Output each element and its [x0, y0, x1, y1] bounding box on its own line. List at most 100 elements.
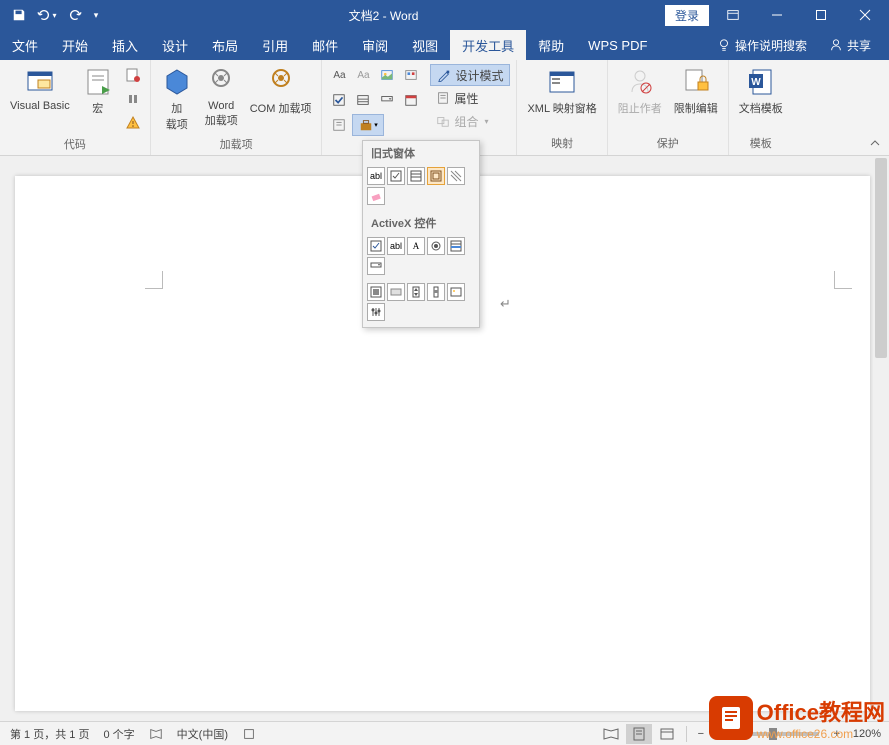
tab-help[interactable]: 帮助 — [526, 30, 576, 60]
collapse-ribbon-button[interactable] — [867, 135, 883, 151]
ribbon-display-options-button[interactable] — [713, 0, 753, 30]
tab-layout[interactable]: 布局 — [200, 30, 250, 60]
activex-combobox-button[interactable] — [367, 257, 385, 275]
save-button[interactable] — [6, 3, 32, 27]
maximize-button[interactable] — [801, 0, 841, 30]
activex-scrollbar-button[interactable] — [427, 283, 445, 301]
activex-image-button[interactable] — [447, 283, 465, 301]
dropdown-control-button[interactable] — [376, 89, 398, 111]
quick-access-toolbar: ▾ ▾ — [0, 3, 102, 27]
tab-review[interactable]: 审阅 — [350, 30, 400, 60]
group-button[interactable]: 组合 ▾ — [430, 110, 510, 132]
login-button[interactable]: 登录 — [665, 5, 709, 26]
legacy-text-field-button[interactable]: abl — [367, 167, 385, 185]
design-mode-button[interactable]: 设计模式 — [430, 64, 510, 86]
com-addins-button[interactable]: COM 加载项 — [246, 64, 316, 118]
properties-button[interactable]: 属性 — [430, 87, 510, 109]
block-authors-icon — [624, 66, 656, 98]
word-addins-label: Word 加载项 — [205, 100, 238, 128]
ribbon-group-addins-label: 加载项 — [157, 134, 316, 156]
tab-file[interactable]: 文件 — [0, 30, 50, 60]
undo-button[interactable]: ▾ — [34, 3, 60, 27]
visual-basic-button[interactable]: Visual Basic — [6, 64, 74, 114]
xml-mapping-button[interactable]: XML 映射窗格 — [523, 64, 600, 118]
legacy-reset-button[interactable] — [367, 187, 385, 205]
tab-insert[interactable]: 插入 — [100, 30, 150, 60]
activex-option-button[interactable] — [427, 237, 445, 255]
restrict-editing-button[interactable]: 限制编辑 — [670, 64, 722, 118]
activex-controls-header: ActiveX 控件 — [363, 211, 479, 235]
checkbox-icon — [390, 170, 402, 182]
pause-recording-button[interactable] — [122, 88, 144, 110]
tell-me-label: 操作说明搜索 — [735, 37, 807, 54]
web-layout-button[interactable] — [654, 724, 680, 744]
zoom-out-button[interactable]: − — [693, 728, 709, 740]
ribbon-group-mapping-label: 映射 — [523, 133, 600, 155]
activex-command-button[interactable] — [387, 283, 405, 301]
date-picker-control-button[interactable] — [400, 89, 422, 111]
combobox-control-button[interactable] — [352, 89, 374, 111]
activex-textbox-button[interactable]: abl — [387, 237, 405, 255]
tab-design[interactable]: 设计 — [150, 30, 200, 60]
tab-home[interactable]: 开始 — [50, 30, 100, 60]
plain-text-control-button[interactable]: Aa — [352, 64, 374, 86]
visual-basic-label: Visual Basic — [10, 100, 70, 112]
print-layout-button[interactable] — [626, 724, 652, 744]
activex-listbox-button[interactable] — [447, 237, 465, 255]
tell-me-search[interactable]: 操作说明搜索 — [709, 37, 815, 54]
picture-control-button[interactable] — [376, 64, 398, 86]
rich-text-control-button[interactable]: Aa — [328, 64, 350, 86]
activex-spin-button[interactable] — [407, 283, 425, 301]
tab-wpspdf[interactable]: WPS PDF — [576, 30, 659, 60]
group-label: 组合 — [454, 113, 478, 130]
checkbox-control-button[interactable] — [328, 89, 350, 111]
addins-button[interactable]: 加 载项 — [157, 64, 197, 134]
legacy-frame-button[interactable] — [427, 167, 445, 185]
macro-security-button[interactable] — [122, 112, 144, 134]
vertical-scrollbar-thumb[interactable] — [875, 158, 887, 358]
legacy-forms-header: 旧式窗体 — [363, 141, 479, 165]
word-addins-button[interactable]: Word 加载项 — [201, 64, 242, 130]
qat-customize-button[interactable]: ▾ — [90, 3, 102, 27]
read-mode-button[interactable] — [598, 724, 624, 744]
properties-icon — [436, 91, 450, 105]
block-authors-label: 阻止作者 — [618, 100, 662, 116]
share-button[interactable]: 共享 — [821, 37, 879, 54]
tab-references[interactable]: 引用 — [250, 30, 300, 60]
activex-checkbox-button[interactable] — [367, 237, 385, 255]
building-block-control-button[interactable] — [400, 64, 422, 86]
legacy-tools-button[interactable]: ▾ — [352, 114, 384, 136]
spell-check-status[interactable] — [149, 726, 163, 742]
ribbon-group-addins: 加 载项 Word 加载项 COM 加载项 加载项 — [151, 60, 323, 155]
word-count-status[interactable]: 0 个字 — [103, 726, 134, 742]
minimize-button[interactable] — [757, 0, 797, 30]
book-icon — [149, 727, 163, 741]
page-number-status[interactable]: 第 1 页，共 1 页 — [10, 726, 89, 742]
macro-recording-status[interactable] — [242, 726, 256, 742]
com-addins-label: COM 加载项 — [250, 100, 312, 116]
legacy-checkbox-button[interactable] — [387, 167, 405, 185]
vertical-scrollbar[interactable] — [873, 156, 889, 721]
record-macro-button[interactable] — [122, 64, 144, 86]
dropdown-icon — [410, 170, 422, 182]
legacy-dropdown-button[interactable] — [407, 167, 425, 185]
xml-mapping-icon — [546, 66, 578, 98]
repeating-section-control-button[interactable] — [328, 114, 350, 136]
legacy-shading-button[interactable] — [447, 167, 465, 185]
lightbulb-icon — [717, 38, 731, 52]
close-button[interactable] — [845, 0, 885, 30]
spin-icon — [410, 286, 422, 298]
tab-mailings[interactable]: 邮件 — [300, 30, 350, 60]
language-status[interactable]: 中文(中国) — [177, 726, 228, 742]
activex-label-button[interactable]: A — [407, 237, 425, 255]
tab-developer[interactable]: 开发工具 — [450, 30, 526, 60]
activex-more-controls-button[interactable] — [367, 303, 385, 321]
document-template-button[interactable]: W 文档模板 — [735, 64, 787, 118]
activex-toggle-button[interactable] — [367, 283, 385, 301]
macros-button[interactable]: 宏 — [78, 64, 118, 118]
block-authors-button[interactable]: 阻止作者 — [614, 64, 666, 118]
ribbon-group-mapping: XML 映射窗格 映射 — [517, 60, 607, 155]
redo-button[interactable] — [62, 3, 88, 27]
tab-view[interactable]: 视图 — [400, 30, 450, 60]
ribbon-group-protect-label: 保护 — [614, 133, 722, 155]
